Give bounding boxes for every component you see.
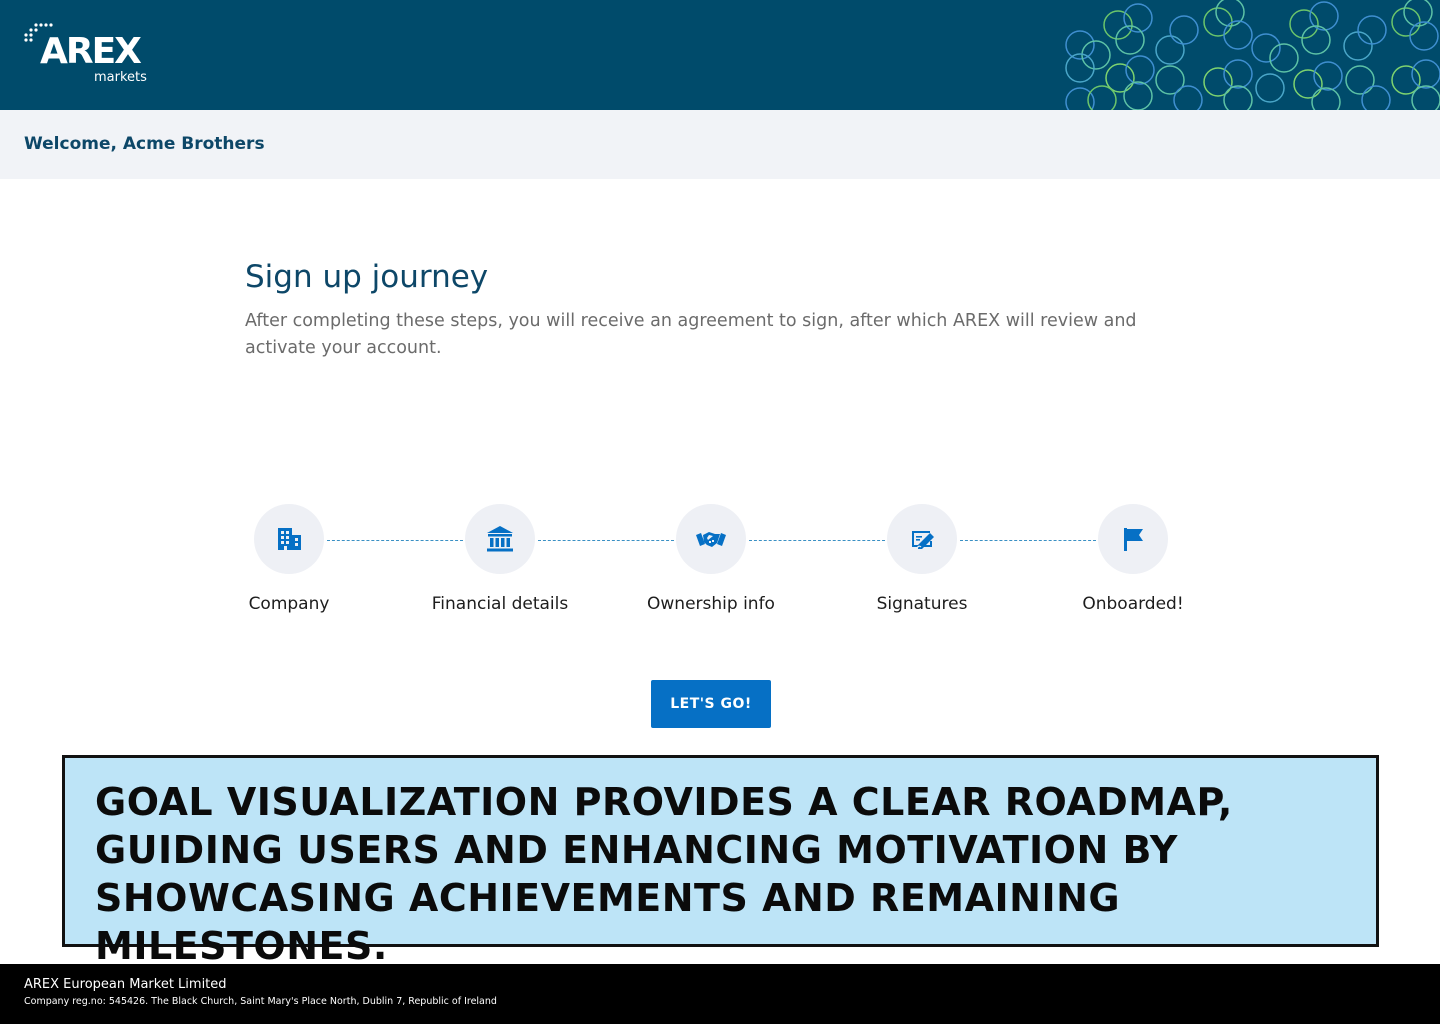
step-company	[254, 504, 324, 574]
annotation-callout: Goal visualization provides a clear road…	[62, 755, 1379, 968]
app-header: AREX markets	[0, 0, 1440, 110]
step-connector	[538, 540, 674, 541]
callout-text: Goal visualization provides a clear road…	[95, 780, 1233, 968]
step-financial-details	[465, 504, 535, 574]
building-icon	[278, 528, 301, 550]
page-description: After completing these steps, you will r…	[245, 311, 1137, 358]
step-connector	[749, 540, 885, 541]
lets-go-button[interactable]: LET'S GO!	[651, 680, 771, 728]
step-label: Company	[248, 594, 330, 614]
footer-company-name: AREX European Market Limited	[24, 977, 227, 992]
page-title: Sign up journey	[245, 259, 489, 295]
step-connector	[327, 540, 463, 541]
logo-wordmark: AREX	[40, 31, 142, 72]
step-label: Onboarded!	[1082, 594, 1184, 614]
step-label: Signatures	[876, 594, 968, 614]
footer	[0, 964, 1440, 1024]
arex-logo[interactable]: AREX markets	[22, 22, 162, 92]
handshake-icon	[696, 532, 726, 547]
step-connector	[960, 540, 1096, 541]
flag-icon	[1124, 528, 1143, 551]
step-onboarded	[1098, 504, 1168, 574]
step-ownership-info	[676, 504, 746, 574]
bank-icon	[487, 526, 513, 552]
signature-icon	[912, 529, 934, 549]
welcome-message: Welcome, Acme Brothers	[24, 134, 265, 154]
logo-subtitle: markets	[94, 70, 147, 85]
decorative-circle-pattern	[1065, 0, 1440, 110]
step-label: Financial details	[431, 594, 569, 614]
footer-address: Company reg.no: 545426. The Black Church…	[24, 996, 497, 1007]
step-label: Ownership info	[647, 594, 775, 614]
step-signatures	[887, 504, 957, 574]
